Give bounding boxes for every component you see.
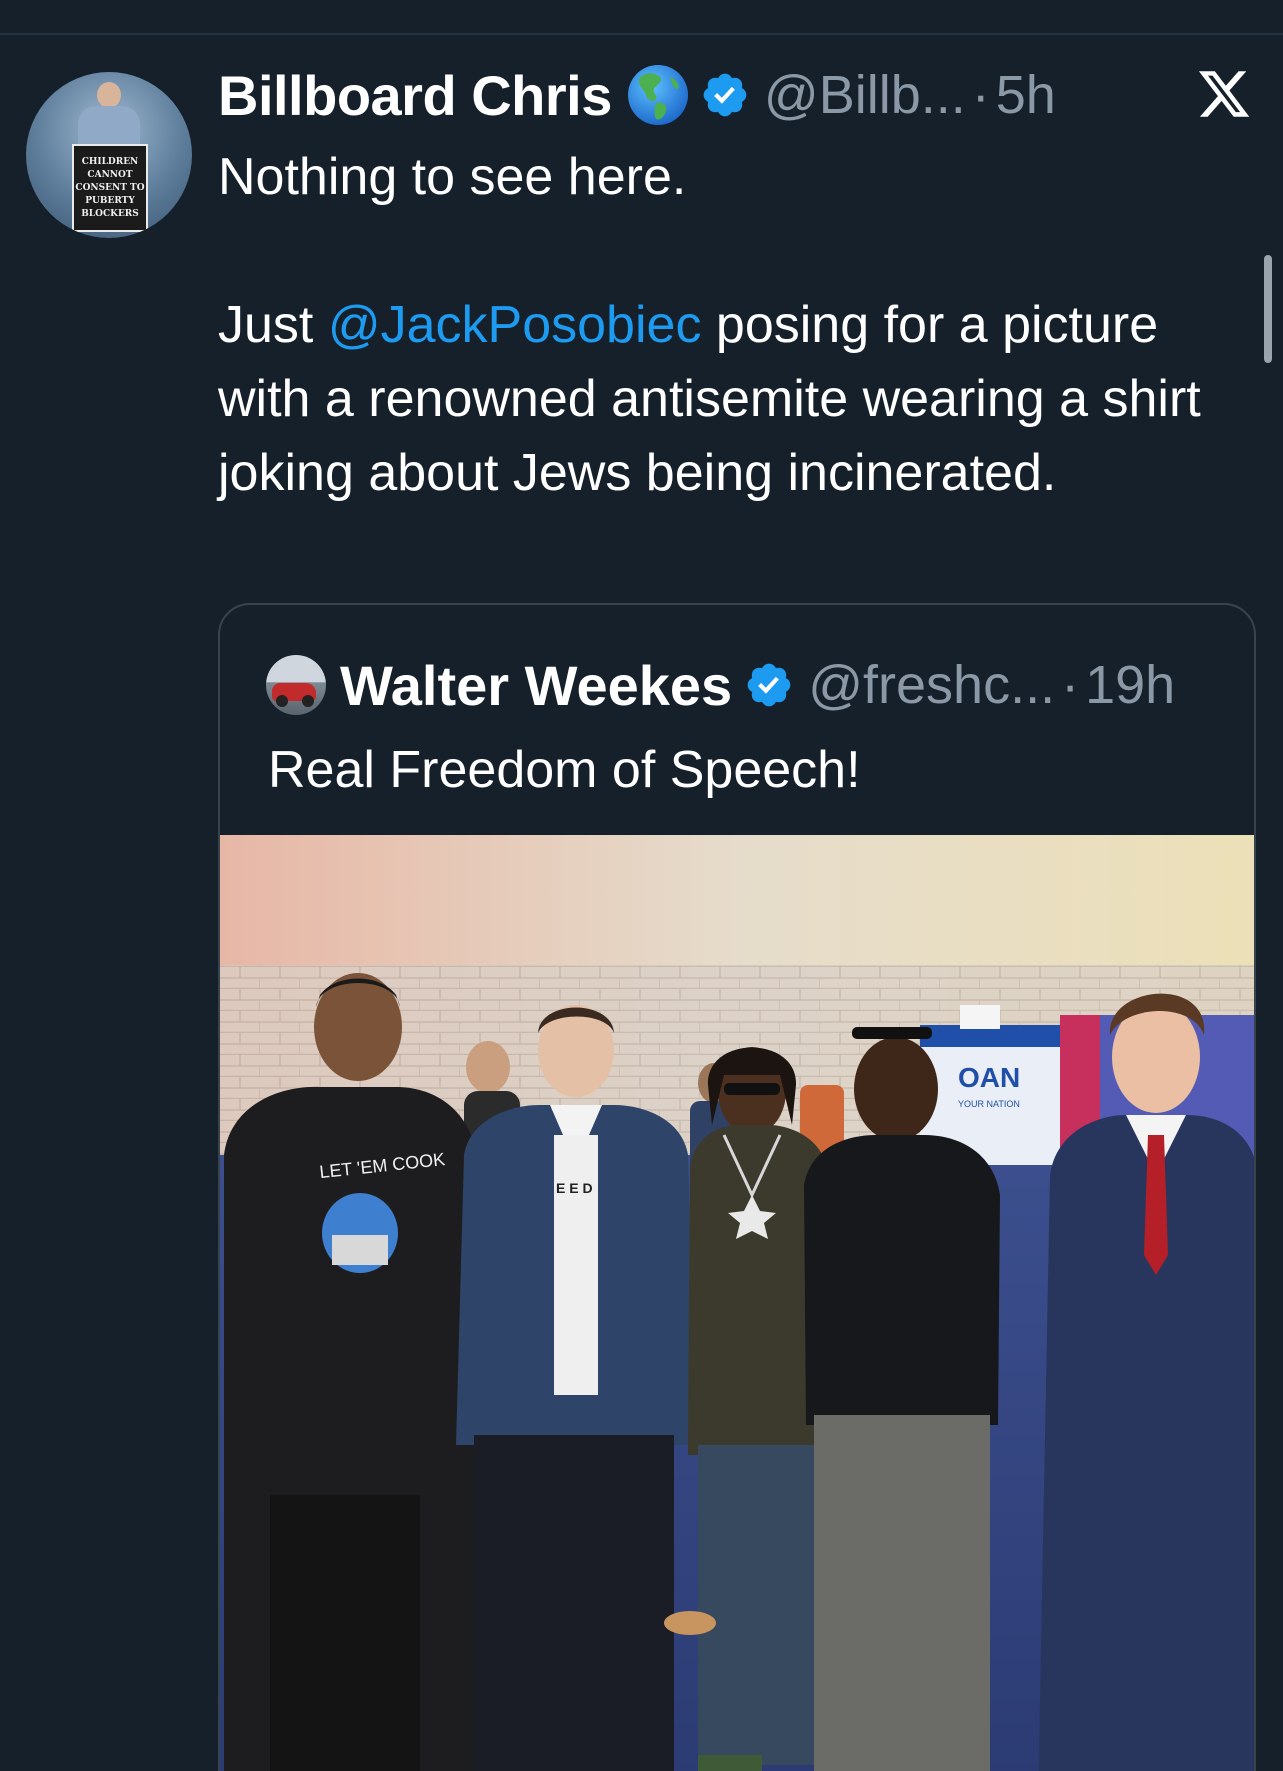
tweet-header: Billboard Chris @Billb... · 5h	[218, 60, 1056, 130]
tweet-timestamp[interactable]: 5h	[996, 64, 1056, 126]
mention-link[interactable]: @JackPosobiec	[328, 296, 702, 354]
quoted-tweet-timestamp[interactable]: 19h	[1085, 654, 1175, 716]
photo-shirt2-text: E E D	[556, 1180, 593, 1196]
header-separator: ·	[971, 65, 990, 125]
avatar-sign-text: CHILDREN CANNOT CONSENT TO PUBERTY BLOCK…	[75, 156, 145, 219]
photo-illustration: OAN YOUR NATION LET 'EM COOK E E D	[220, 835, 1254, 1771]
top-divider	[0, 33, 1283, 35]
author-avatar[interactable]: CHILDREN CANNOT CONSENT TO PUBERTY BLOCK…	[26, 72, 192, 238]
author-handle[interactable]: @Billb...	[764, 64, 966, 126]
quoted-author-avatar[interactable]	[266, 655, 326, 715]
quoted-tweet-header: Walter Weekes @freshc... · 19h	[266, 649, 1175, 721]
verified-badge-icon	[747, 663, 791, 707]
photo-booth-text: OAN	[958, 1062, 1020, 1093]
quoted-header-separator: ·	[1061, 655, 1080, 715]
tweet-text-line1: Nothing to see here.	[218, 148, 687, 206]
avatar-head	[97, 82, 121, 108]
scrollbar[interactable]	[1264, 255, 1272, 363]
quoted-tweet-card[interactable]: Walter Weekes @freshc... · 19h Real Free…	[218, 603, 1256, 1771]
tweet-text-para2: Just @JackPosobiec posing for a picture …	[218, 288, 1258, 510]
tweet-body: Nothing to see here. Just @JackPosobiec …	[218, 140, 1258, 510]
globe-americas-icon	[627, 65, 688, 125]
author-display-name[interactable]: Billboard Chris	[218, 63, 612, 128]
verified-badge-icon	[703, 73, 747, 117]
tweet-text-before-mention: Just	[218, 296, 328, 354]
quoted-tweet-text: Real Freedom of Speech!	[268, 741, 861, 799]
x-logo-icon[interactable]	[1196, 66, 1252, 122]
quoted-author-display-name[interactable]: Walter Weekes	[340, 653, 732, 718]
quoted-tweet-photo[interactable]: OAN YOUR NATION LET 'EM COOK E E D	[220, 835, 1254, 1771]
quoted-author-handle[interactable]: @freshc...	[808, 654, 1055, 716]
tweet-view: CHILDREN CANNOT CONSENT TO PUBERTY BLOCK…	[0, 0, 1283, 1771]
photo-booth-subtext: YOUR NATION	[958, 1099, 1020, 1109]
avatar-sign: CHILDREN CANNOT CONSENT TO PUBERTY BLOCK…	[72, 144, 148, 232]
